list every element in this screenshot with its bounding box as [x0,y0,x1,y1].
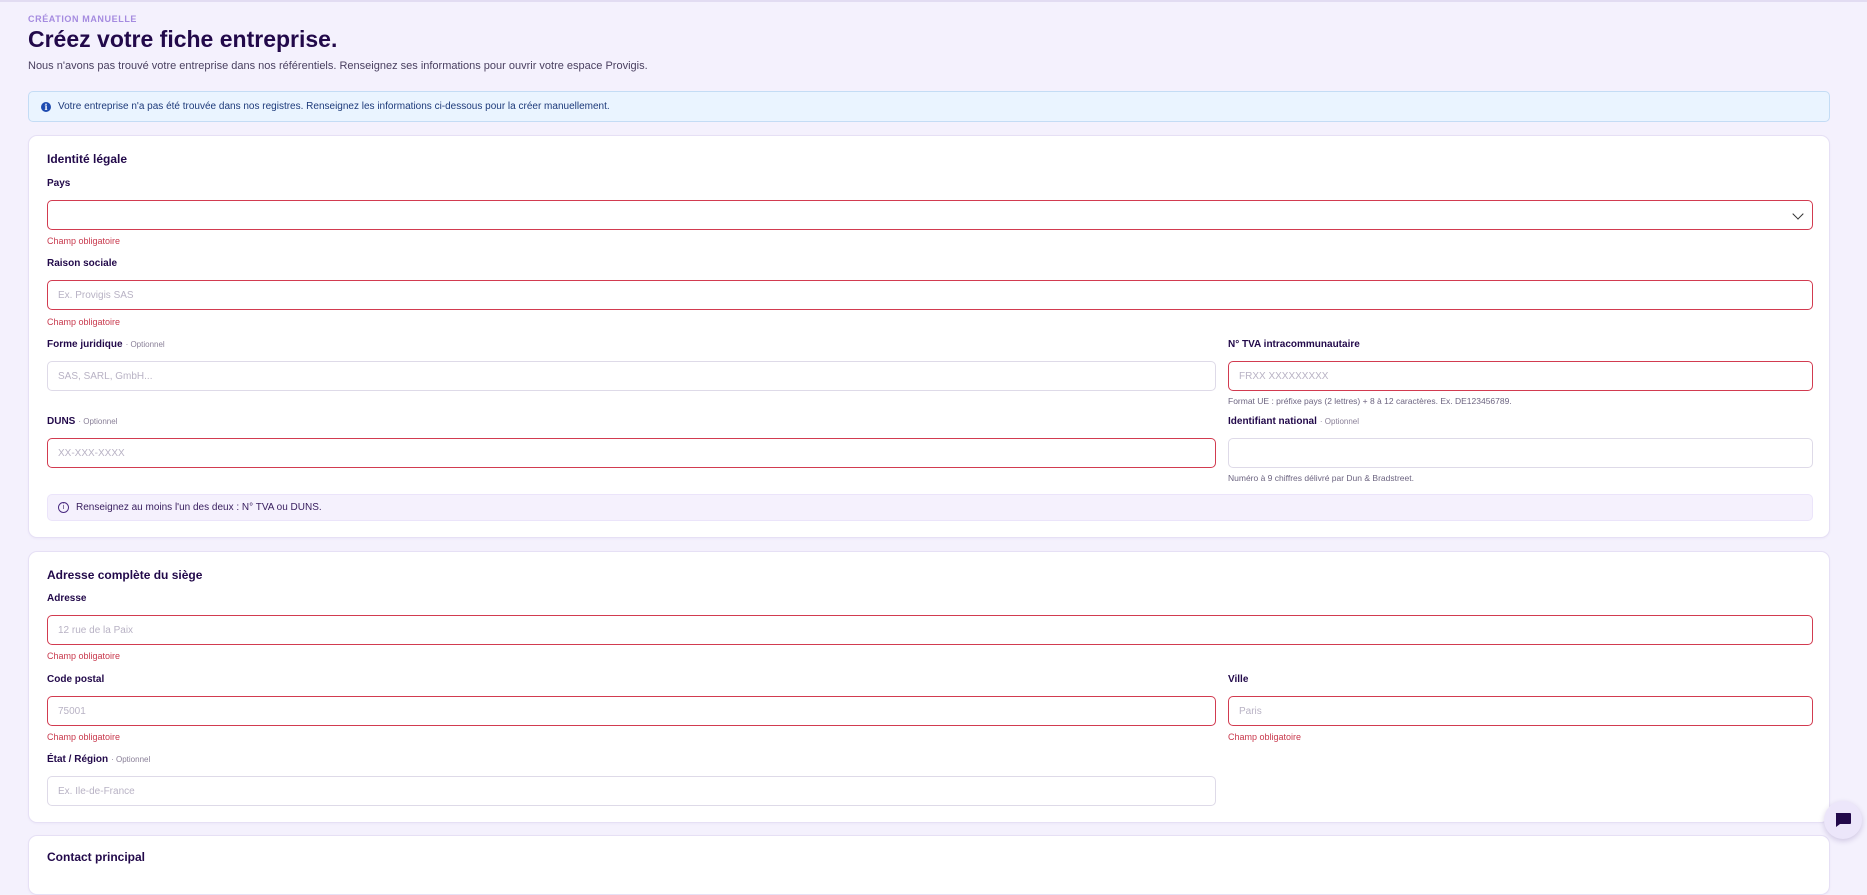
card-title: Contact principal [47,850,146,864]
note-text: Renseignez au moins l'un des deux : N° T… [76,502,322,513]
legal-identity-card: Identité légale Pays Champ obligatoire R… [28,135,1830,538]
city-label: Ville [1228,674,1249,685]
country-label: Pays [47,178,71,189]
vat-duns-note: i Renseignez au moins l'un des deux : N°… [47,494,1813,521]
legal-form-label: Forme juridique · Optionnel [47,339,165,350]
street-label: Adresse [47,593,87,604]
national-id-input[interactable] [1228,438,1813,468]
duns-input[interactable]: XX-XXX-XXXX [47,438,1216,468]
national-id-help: Numéro à 9 chiffres délivré par Dun & Br… [1228,473,1414,483]
postal-input[interactable]: 75001 [47,696,1216,726]
legal-form-input[interactable]: SAS, SARL, GmbH... [47,361,1216,391]
chevron-down-icon [1792,208,1804,220]
top-border [0,0,1867,2]
duns-label: DUNS · Optionnel [47,416,118,427]
postal-label: Code postal [47,674,105,685]
company-name-input[interactable]: Ex. Provigis SAS [47,280,1813,310]
postal-error: Champ obligatoire [47,732,121,742]
company-name-label: Raison sociale [47,258,118,269]
page-subtitle: Nous n'avons pas trouvé votre entreprise… [28,60,648,72]
page-title: Créez votre fiche entreprise. [28,26,338,52]
vat-label: N° TVA intracommunautaire [1228,339,1360,350]
street-error: Champ obligatoire [47,651,121,661]
info-banner: i Votre entreprise n'a pas été trouvée d… [28,91,1830,122]
info-banner-text: Votre entreprise n'a pas été trouvée dan… [58,101,610,112]
company-name-error: Champ obligatoire [47,317,121,327]
card-title: Adresse complète du siège [47,568,203,582]
region-input[interactable]: Ex. Ile-de-France [47,776,1216,806]
info-circle-icon: i [58,502,69,513]
street-input[interactable]: 12 rue de la Paix [47,615,1813,645]
country-select[interactable] [47,200,1813,230]
info-icon: i [41,101,51,112]
chat-button[interactable] [1824,801,1862,839]
contact-card: Contact principal [28,835,1830,895]
region-label: État / Région · Optionnel [47,754,151,765]
city-error: Champ obligatoire [1228,732,1302,742]
vat-help: Format UE : préfixe pays (2 lettres) + 8… [1228,396,1512,406]
city-input[interactable]: Paris [1228,696,1813,726]
address-card: Adresse complète du siège Adresse 12 rue… [28,551,1830,823]
national-id-label: Identifiant national · Optionnel [1228,416,1360,427]
country-error: Champ obligatoire [47,236,121,246]
card-title: Identité légale [47,152,128,166]
eyebrow: CRÉATION MANUELLE [28,14,138,24]
chat-icon [1835,813,1851,827]
vat-input[interactable]: FRXX XXXXXXXXX [1228,361,1813,391]
